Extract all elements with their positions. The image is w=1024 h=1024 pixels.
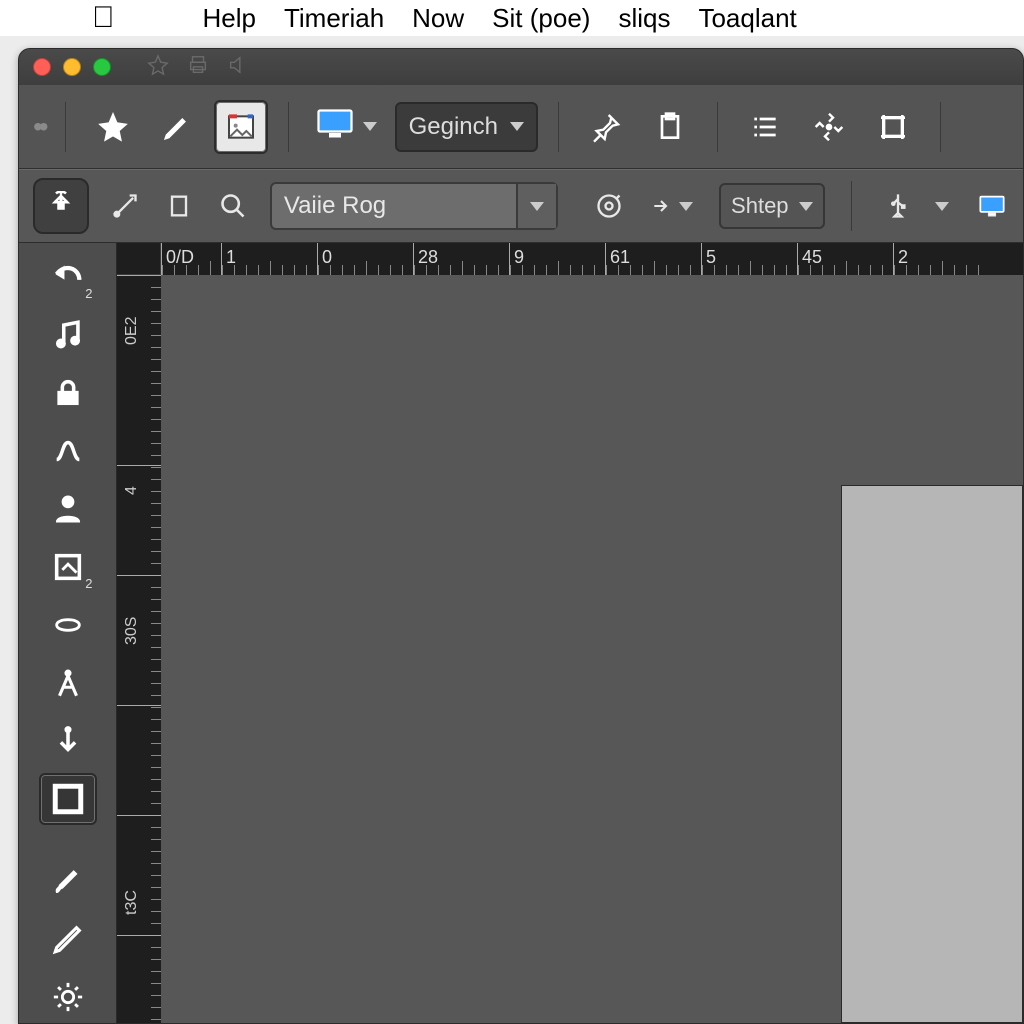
ruler-v-label: 4 <box>123 486 141 495</box>
undo-tool[interactable]: 2 <box>39 251 97 303</box>
options-toolbar: Vaiie Rog Shtep <box>19 169 1023 243</box>
step-dropdown-label: Shtep <box>731 193 789 219</box>
tool-badge: 2 <box>85 286 92 301</box>
compass-tool[interactable] <box>39 657 97 709</box>
canvas[interactable] <box>161 275 1023 1023</box>
page-tool-icon[interactable] <box>162 189 196 223</box>
vertical-ruler[interactable]: 0E2 4 30S t3C <box>117 275 161 1023</box>
favorite-button[interactable] <box>86 100 140 154</box>
person-tool[interactable] <box>39 483 97 535</box>
list-button[interactable] <box>738 100 792 154</box>
value-combo-trigger[interactable] <box>516 184 556 228</box>
ruler-v-label: t3C <box>123 890 141 915</box>
ruler-canvas-area: 0/D 1 0 28 9 61 5 45 2 0E2 4 30S t3 <box>117 243 1023 1023</box>
usb-icon[interactable] <box>882 189 916 223</box>
apple-logo-icon[interactable]:  <box>92 1 115 35</box>
image-button[interactable] <box>214 100 268 154</box>
pencil-tool[interactable] <box>39 913 97 965</box>
toolbar-separator <box>288 102 289 152</box>
toolbar-separator <box>65 102 66 152</box>
transform-button[interactable] <box>802 100 856 154</box>
coil-tool[interactable] <box>39 599 97 651</box>
toolbar-separator <box>558 102 559 152</box>
chevron-down-icon <box>530 202 544 211</box>
chevron-down-icon <box>363 122 377 131</box>
menu-sit-poe[interactable]: Sit (poe) <box>492 3 590 34</box>
value-combo-text: Vaiie Rog <box>272 192 516 220</box>
app-window: •• Geginch <box>18 48 1024 1024</box>
path-tool[interactable] <box>39 425 97 477</box>
rectangle-tool[interactable] <box>39 773 97 825</box>
toolbar-separator <box>851 181 852 231</box>
main-toolbar: •• Geginch <box>19 85 1023 169</box>
ruler-v-label: 30S <box>123 617 141 645</box>
artboard-button[interactable] <box>866 100 920 154</box>
toolbar-separator <box>717 102 718 152</box>
tool-spacer <box>39 831 97 849</box>
menu-help[interactable]: Help <box>203 3 256 34</box>
print-outline-icon[interactable] <box>187 54 209 81</box>
chevron-down-icon[interactable] <box>935 202 949 211</box>
tool-palette: 2 2 <box>19 243 117 1023</box>
window-close-button[interactable] <box>33 58 51 76</box>
chevron-down-icon <box>799 202 813 211</box>
forward-dropdown[interactable] <box>645 189 699 223</box>
menu-now[interactable]: Now <box>412 3 464 34</box>
more-icon[interactable]: •• <box>33 111 45 143</box>
menu-toaqlant[interactable]: Toaqlant <box>698 3 796 34</box>
workspace: 2 2 <box>19 243 1023 1023</box>
zoom-dropdown[interactable]: Geginch <box>395 102 538 152</box>
step-dropdown[interactable]: Shtep <box>719 183 825 229</box>
edit-button[interactable] <box>150 100 204 154</box>
target-icon[interactable] <box>592 189 626 223</box>
upload-button[interactable] <box>33 178 89 234</box>
mac-menu-bar:  Help Timeriah Now Sit (poe) sliqs Toaq… <box>0 0 1024 36</box>
pin-button[interactable] <box>579 100 633 154</box>
tool-badge: 2 <box>85 576 92 591</box>
chevron-down-icon <box>510 122 524 131</box>
edit-shape-tool[interactable]: 2 <box>39 541 97 593</box>
toolbar-separator <box>940 102 941 152</box>
horizontal-ruler[interactable]: 0/D 1 0 28 9 61 5 45 2 <box>161 243 1023 275</box>
zoom-dropdown-label: Geginch <box>409 113 498 141</box>
page-artboard[interactable] <box>841 485 1023 1023</box>
connector-tool-icon[interactable] <box>109 189 143 223</box>
chevron-down-icon <box>679 202 693 211</box>
speaker-outline-icon[interactable] <box>227 54 249 81</box>
monitor-small-icon[interactable] <box>975 189 1009 223</box>
window-minimize-button[interactable] <box>63 58 81 76</box>
gear-tool[interactable] <box>39 971 97 1023</box>
value-combo[interactable]: Vaiie Rog <box>270 182 558 230</box>
clipboard-button[interactable] <box>643 100 697 154</box>
lock-tool[interactable] <box>39 367 97 419</box>
ruler-v-label: 0E2 <box>123 317 141 345</box>
music-tool[interactable] <box>39 309 97 361</box>
monitor-icon <box>317 109 353 144</box>
menu-sliqs[interactable]: sliqs <box>618 3 670 34</box>
window-zoom-button[interactable] <box>93 58 111 76</box>
ruler-corner <box>117 243 161 275</box>
anchor-down-tool[interactable] <box>39 715 97 767</box>
star-outline-icon[interactable] <box>147 54 169 81</box>
menu-timeriah[interactable]: Timeriah <box>284 3 384 34</box>
brush-tool[interactable] <box>39 855 97 907</box>
display-mode-dropdown[interactable] <box>309 109 385 144</box>
window-titlebar <box>19 49 1023 85</box>
search-icon[interactable] <box>216 189 250 223</box>
